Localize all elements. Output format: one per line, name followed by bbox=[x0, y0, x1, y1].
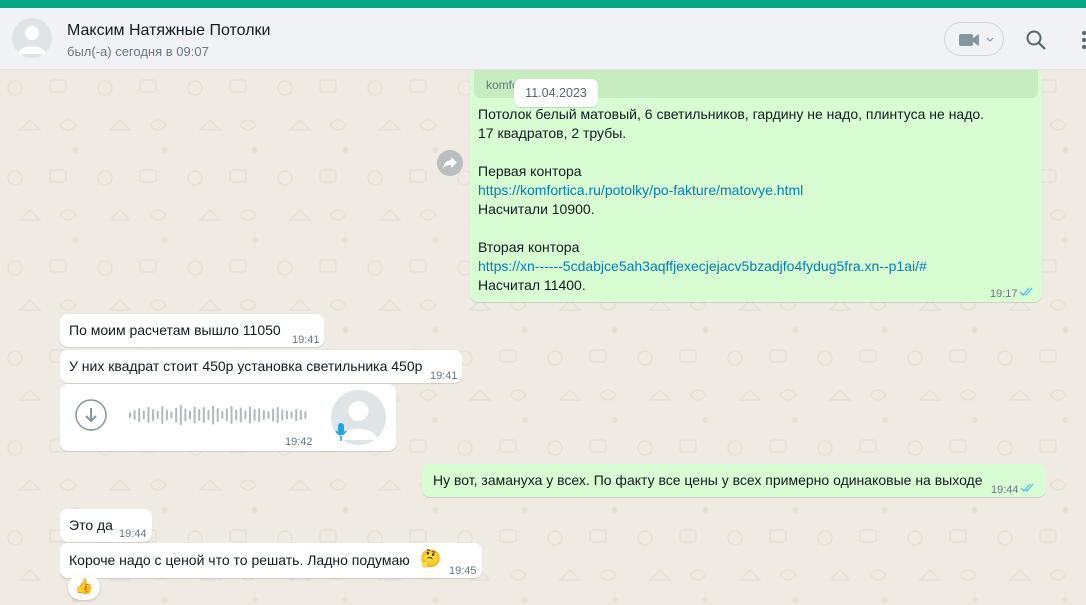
waveform-bar bbox=[133, 410, 136, 420]
video-camera-icon bbox=[959, 34, 994, 46]
forward-icon[interactable] bbox=[437, 150, 463, 176]
message-time: 19:41 bbox=[292, 334, 320, 346]
waveform-bar bbox=[235, 409, 238, 421]
waveform-bar bbox=[198, 409, 201, 421]
waveform-bar bbox=[193, 406, 196, 424]
message-time: 19:41 bbox=[430, 370, 458, 382]
outgoing-message-bubble[interactable]: Ну вот, замануха у всех. По факту все це… bbox=[422, 464, 1046, 497]
read-ticks-icon bbox=[1019, 287, 1033, 296]
waveform-bar bbox=[152, 409, 155, 421]
message-line: Насчитали 10900. bbox=[478, 201, 595, 217]
contact-name[interactable]: Максим Натяжные Потолки bbox=[67, 22, 270, 40]
message-line bbox=[478, 143, 998, 162]
message-time: 19:42 bbox=[285, 436, 313, 448]
message-text: У них квадрат стоит 450р установка свети… bbox=[69, 358, 423, 374]
waveform-bar bbox=[267, 411, 270, 419]
waveform-bar bbox=[175, 407, 178, 423]
incoming-message-bubble[interactable]: По моим расчетам вышло 11050 19:41 bbox=[60, 314, 324, 347]
default-avatar-icon bbox=[18, 26, 46, 54]
waveform-bar bbox=[165, 409, 168, 421]
waveform-bar bbox=[179, 405, 182, 425]
waveform-bar bbox=[239, 407, 242, 423]
waveform-bar bbox=[161, 406, 164, 424]
top-accent-bar bbox=[0, 0, 1086, 8]
waveform-bar bbox=[285, 410, 288, 420]
search-icon[interactable] bbox=[1024, 28, 1048, 52]
thinking-emoji: 🤔 bbox=[420, 549, 442, 568]
waveform-bar bbox=[258, 408, 261, 422]
chat-area: komfo Потолок белый матовый, 6 светильни… bbox=[0, 70, 1086, 605]
message-line: Вторая контора bbox=[478, 239, 580, 255]
incoming-message-bubble[interactable]: Это да 19:44 bbox=[60, 509, 152, 542]
message-text: По моим расчетам вышло 11050 bbox=[69, 322, 281, 338]
waveform-bar bbox=[184, 408, 187, 422]
waveform-bar bbox=[189, 410, 191, 420]
date-separator: 11.04.2023 bbox=[514, 79, 598, 107]
message-time: 19:17 bbox=[990, 288, 1018, 300]
message-link[interactable]: https://xn------5cdabjce5ah3aqffjexecjej… bbox=[478, 257, 998, 276]
message-time: 19:45 bbox=[449, 565, 477, 577]
message-line: Первая контора bbox=[478, 163, 582, 179]
microphone-icon bbox=[335, 423, 347, 441]
waveform-bar bbox=[276, 407, 279, 423]
voice-message-bubble[interactable]: 19:42 bbox=[60, 384, 396, 451]
chat-header: Максим Натяжные Потолки был(-а) сегодня … bbox=[0, 8, 1086, 70]
waveform-bar bbox=[216, 408, 219, 422]
contact-last-seen: был(-а) сегодня в 09:07 bbox=[67, 44, 209, 59]
waveform-bar bbox=[230, 406, 233, 424]
read-ticks-icon bbox=[1020, 483, 1034, 492]
message-line: 17 квадратов, 2 трубы. bbox=[478, 125, 627, 141]
waveform-bar bbox=[304, 411, 307, 419]
waveform-bar bbox=[249, 406, 251, 424]
waveform-bar bbox=[281, 409, 284, 421]
message-text: Короче надо с ценой что то решать. Ладно… bbox=[69, 552, 410, 568]
incoming-message-bubble[interactable]: У них квадрат стоит 450р установка свети… bbox=[60, 350, 462, 383]
video-call-button[interactable] bbox=[944, 22, 1004, 56]
reaction-thumbs-up[interactable]: 👍 bbox=[68, 574, 100, 600]
menu-dots-icon[interactable] bbox=[1074, 28, 1086, 52]
waveform-bar bbox=[272, 408, 275, 422]
message-line bbox=[478, 219, 998, 238]
waveform-bar bbox=[138, 408, 141, 422]
waveform-bar bbox=[202, 407, 205, 423]
waveform-bar bbox=[262, 410, 265, 420]
waveform-bar bbox=[244, 410, 247, 420]
contact-avatar[interactable] bbox=[12, 18, 52, 58]
message-line: Насчитал 11400. bbox=[478, 277, 586, 293]
waveform-bar bbox=[221, 411, 224, 419]
message-time: 19:44 bbox=[119, 528, 147, 540]
waveform-bar bbox=[129, 412, 131, 418]
message-text: Потолок белый матовый, 6 светильников, г… bbox=[478, 105, 998, 295]
waveform-bar bbox=[225, 408, 228, 422]
message-time: 19:44 bbox=[991, 484, 1019, 496]
waveform-bar bbox=[290, 411, 293, 419]
waveform-bar bbox=[170, 411, 173, 419]
download-icon[interactable] bbox=[74, 398, 108, 432]
audio-waveform[interactable] bbox=[128, 400, 308, 430]
message-link[interactable]: https://komfortica.ru/potolky/po-fakture… bbox=[478, 181, 998, 200]
message-line: Потолок белый матовый, 6 светильников, г… bbox=[478, 106, 985, 122]
incoming-message-bubble[interactable]: Короче надо с ценой что то решать. Ладно… bbox=[60, 543, 482, 578]
waveform-bar bbox=[147, 407, 150, 423]
waveform-bar bbox=[299, 410, 302, 420]
waveform-bar bbox=[207, 410, 210, 420]
waveform-bar bbox=[142, 410, 145, 420]
waveform-bar bbox=[295, 409, 298, 421]
message-text: Это да bbox=[69, 517, 113, 533]
waveform-bar bbox=[212, 405, 215, 425]
waveform-bar bbox=[253, 409, 256, 421]
message-text: Ну вот, замануха у всех. По факту все це… bbox=[433, 472, 983, 488]
waveform-bar bbox=[156, 411, 159, 419]
